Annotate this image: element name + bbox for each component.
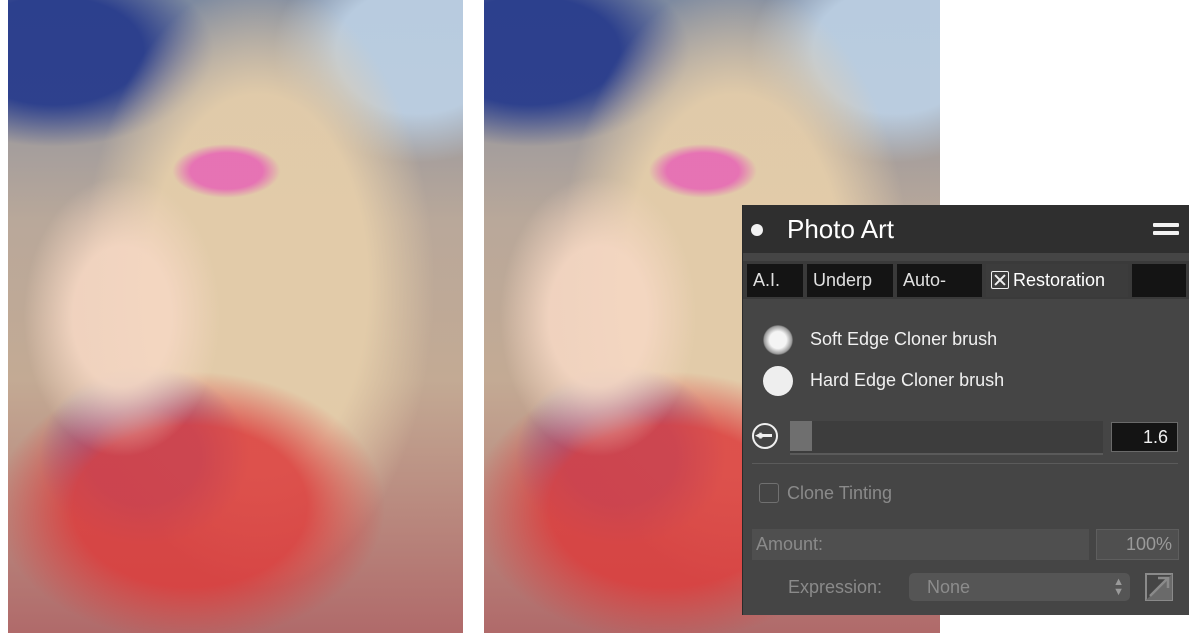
amount-value[interactable]: 100% [1096, 529, 1179, 560]
brush-label: Soft Edge Cloner brush [810, 329, 998, 349]
panel-menu-icon[interactable] [1153, 222, 1179, 236]
divider [752, 463, 1178, 464]
tab-restoration[interactable]: Restoration [986, 264, 1128, 297]
tab-empty[interactable] [1132, 264, 1186, 297]
soft-brush-icon [763, 325, 793, 355]
photo-art-panel: Photo Art A.I. Underp Auto- Restoration … [742, 205, 1189, 615]
brush-size-icon [752, 423, 778, 449]
chevron-up-down-icon: ▲ ▼ [1113, 576, 1124, 598]
tab-restoration-label: Restoration [1013, 270, 1106, 290]
expression-select[interactable]: None ▲ ▼ [909, 573, 1130, 601]
expression-label: Expression: [788, 577, 883, 597]
close-tab-icon[interactable] [991, 271, 1009, 289]
painted-photo-left [8, 0, 463, 633]
panel-title: Photo Art [787, 214, 894, 244]
invert-expression-icon[interactable] [1145, 573, 1173, 601]
tab-underpainting[interactable]: Underp [807, 264, 893, 297]
brush-label: Hard Edge Cloner brush [810, 370, 1005, 390]
brush-size-slider-fill [790, 421, 812, 451]
brush-size-slider[interactable] [790, 421, 1103, 455]
tab-ai[interactable]: A.I. [747, 264, 803, 297]
hard-brush-icon [763, 366, 793, 396]
tab-bar: A.I. Underp Auto- Restoration [743, 261, 1189, 299]
amount-slider[interactable]: Amount: [752, 529, 1089, 560]
tab-auto-painting[interactable]: Auto- [897, 264, 982, 297]
panel-close-dot-icon[interactable] [751, 224, 763, 236]
clone-tinting-label: Clone Tinting [787, 483, 893, 503]
expression-value: None [927, 577, 971, 597]
clone-tinting-checkbox[interactable] [759, 483, 779, 503]
panel-header[interactable]: Photo Art [743, 205, 1189, 253]
brush-size-value[interactable]: 1.6 [1111, 422, 1178, 452]
